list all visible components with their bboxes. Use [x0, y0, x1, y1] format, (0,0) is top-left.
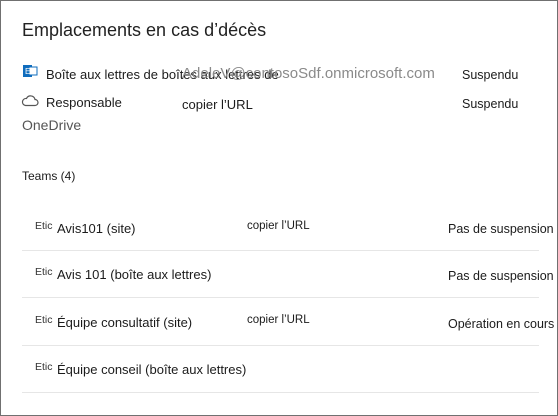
cloud-icon — [21, 95, 39, 107]
onedrive-copy-url-link[interactable]: copier l’URL — [182, 97, 253, 112]
copy-url-link[interactable]: copier l’URL — [247, 314, 310, 326]
team-prefix: Etic — [35, 220, 53, 232]
team-name: Équipe consultatif (site) — [57, 315, 193, 330]
team-name: Avis101 (site) — [57, 221, 136, 236]
row-divider — [22, 392, 539, 393]
hold-status: Pas de suspension — [448, 269, 554, 283]
mailbox-status: Suspendu — [462, 68, 519, 82]
team-prefix: Etic — [35, 314, 53, 326]
holds-panel: Emplacements en cas d’décès E Boîte aux … — [0, 0, 558, 416]
row-divider — [22, 250, 539, 251]
teams-header: Teams (4) — [22, 169, 76, 183]
svg-text:E: E — [25, 67, 30, 76]
team-name: Équipe conseil (boîte aux lettres) — [57, 362, 247, 377]
hold-status: Opération en cours — [448, 317, 555, 331]
row-divider — [22, 297, 539, 298]
onedrive-status: Suspendu — [462, 97, 519, 111]
team-name: Avis 101 (boîte aux lettres) — [57, 267, 212, 282]
mailbox-email: AdeleV@contosoSdf.onmicrosoft.com — [182, 65, 435, 82]
team-prefix: Etic — [35, 266, 53, 278]
hold-status: Pas de suspension — [448, 222, 554, 236]
team-prefix: Etic — [35, 361, 53, 373]
panel-title: Emplacements en cas d’décès — [22, 20, 267, 40]
onedrive-label: Responsable — [46, 95, 122, 110]
exchange-icon: E — [23, 65, 38, 77]
row-divider — [22, 345, 539, 346]
onedrive-label-cont: OneDrive — [22, 117, 82, 133]
copy-url-link[interactable]: copier l’URL — [247, 220, 310, 232]
